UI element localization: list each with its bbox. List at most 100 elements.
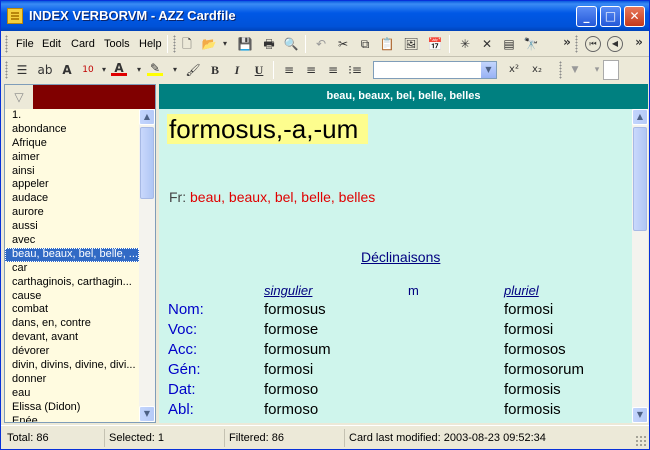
font-name-dropdown-icon[interactable]: ▼ [481,62,496,78]
scroll-up-icon[interactable]: ▲ [139,109,155,125]
card-list-item[interactable]: Enée [5,415,139,422]
spellcheck-icon[interactable]: ab [37,62,53,78]
copy-icon[interactable]: ⧉ [357,36,373,52]
font-size-value[interactable]: 10 [79,62,97,78]
card-list-item[interactable]: dévorer [5,345,139,359]
superscript-icon[interactable]: x² [506,62,522,78]
card-list-item[interactable]: devant, avant [5,331,139,345]
maximize-button[interactable]: □ [600,6,621,27]
font-color-icon[interactable]: A [111,60,127,76]
properties-icon[interactable]: ▤ [501,36,517,52]
toolbar-grip[interactable] [559,61,562,79]
print-icon[interactable]: 🖶 [261,36,277,52]
insert-picture-icon[interactable]: 🖼 [403,36,419,52]
previous-card-icon[interactable]: ◀ [607,36,623,52]
print-preview-icon[interactable]: 🔍 [283,36,299,52]
align-center-icon[interactable]: ≡ [303,62,319,78]
save-icon[interactable]: 💾 [237,36,253,52]
paste-icon[interactable]: 📋 [379,36,395,52]
case-label: Acc: [168,341,198,358]
font-icon[interactable]: A [59,62,75,78]
card-list-item[interactable]: audace [5,192,139,206]
open-icon[interactable]: 📂 [201,36,217,52]
card-list-item[interactable]: car [5,262,139,276]
menu-help[interactable]: Help [139,38,162,50]
app-window: INDEX VERBORVM - AZZ Cardfile _ □ ✕ File… [0,0,650,450]
new-card-icon[interactable]: 🗋 [179,36,195,52]
font-size-dropdown-icon[interactable]: ▾ [96,62,112,78]
scroll-up-icon[interactable]: ▲ [632,109,648,125]
menu-card[interactable]: Card [71,38,95,50]
filter-input[interactable] [33,85,155,109]
underline-icon[interactable]: U [251,62,267,78]
card-scrollbar[interactable]: ▲ ▼ [632,109,648,423]
card-list-item[interactable]: donner [5,373,139,387]
toolbar-grip[interactable] [5,61,8,79]
style-box[interactable] [603,60,619,80]
highlight-color-icon[interactable]: ✎ [147,60,163,76]
card-content[interactable]: formosus,-a,-um Fr: beau, beaux, bel, be… [159,109,648,423]
card-list-item[interactable]: combat [5,303,139,317]
card-list-item[interactable]: avec [5,234,139,248]
card-list-item[interactable]: abondance [5,123,139,137]
card-list-item[interactable]: Elissa (Didon) [5,401,139,415]
card-list-item[interactable]: carthaginois, carthagin... [5,276,139,290]
declension-title[interactable]: Déclinaisons [361,249,440,265]
menu-tools[interactable]: Tools [104,38,130,50]
find-icon[interactable]: 🔭 [523,36,539,52]
insert-datetime-icon[interactable]: 📅 [427,36,443,52]
card-list-item[interactable]: aussi [5,220,139,234]
scroll-thumb[interactable] [140,127,154,199]
font-color-dropdown-icon[interactable]: ▾ [131,62,147,78]
minimize-button[interactable]: _ [576,6,597,27]
card-list-item[interactable]: beau, beaux, bel, belle, ... [5,247,139,262]
undo-icon[interactable]: ↶ [313,36,329,52]
card-list-scrollbar[interactable]: ▲ ▼ [139,109,155,422]
card-list-item[interactable]: divin, divins, divine, divi... [5,359,139,373]
toolbar-grip[interactable] [173,35,176,53]
resize-grip[interactable] [635,435,647,447]
toolbar-grip[interactable] [5,35,8,53]
scroll-thumb[interactable] [633,127,647,231]
card-list-item[interactable]: appeler [5,178,139,192]
bold-icon[interactable]: B [207,62,223,78]
cut-icon[interactable]: ✂ [335,36,351,52]
card-list-item[interactable]: dans, en, contre [5,317,139,331]
cardfile-app-icon [7,8,23,24]
card-list-item[interactable]: cause [5,290,139,304]
format-painter-icon[interactable]: 🖌 [185,62,201,78]
card-list-item[interactable]: ainsi [5,165,139,179]
align-paragraph-icon[interactable]: ☰ [14,62,30,78]
menu-file[interactable]: File [16,38,34,50]
card-list-item[interactable]: Afrique [5,137,139,151]
open-dropdown-icon[interactable]: ▾ [217,36,233,52]
bullet-list-icon[interactable]: ⁝≡ [347,62,363,78]
scroll-down-icon[interactable]: ▼ [632,407,648,423]
align-right-icon[interactable]: ≡ [325,62,341,78]
highlight-dropdown-icon[interactable]: ▾ [167,62,183,78]
title-bar[interactable]: INDEX VERBORVM - AZZ Cardfile _ □ ✕ [1,1,649,31]
scroll-down-icon[interactable]: ▼ [139,406,155,422]
toolbar-grip[interactable] [575,35,578,53]
singular-form: formosum [264,341,331,358]
italic-icon[interactable]: I [229,62,245,78]
close-button[interactable]: ✕ [624,6,645,27]
headword: formosus,-a,-um [167,114,369,144]
menu-edit[interactable]: Edit [42,38,61,50]
case-label: Voc: [168,321,198,338]
card-list-item[interactable]: aimer [5,151,139,165]
toolbar-overflow-icon[interactable]: » [559,34,575,50]
style-dropdown-icon[interactable]: ▼ [567,62,583,78]
card-list[interactable]: 1. abondance Afrique aimer ainsi appeler audac… [5,109,139,422]
filter-icon[interactable]: ▽ [11,89,27,105]
subscript-icon[interactable]: x₂ [529,62,545,78]
font-name-combo[interactable]: ▼ [373,61,497,79]
new-entry-icon[interactable]: ✳ [457,36,473,52]
card-list-item[interactable]: eau [5,387,139,401]
card-list-item[interactable]: aurore [5,206,139,220]
toolbar-overflow-icon[interactable]: » [631,34,647,50]
first-card-icon[interactable]: ⏮ [585,36,601,52]
card-list-item[interactable]: 1. [5,109,139,123]
delete-icon[interactable]: ✕ [479,36,495,52]
align-left-icon[interactable]: ≡ [281,62,297,78]
